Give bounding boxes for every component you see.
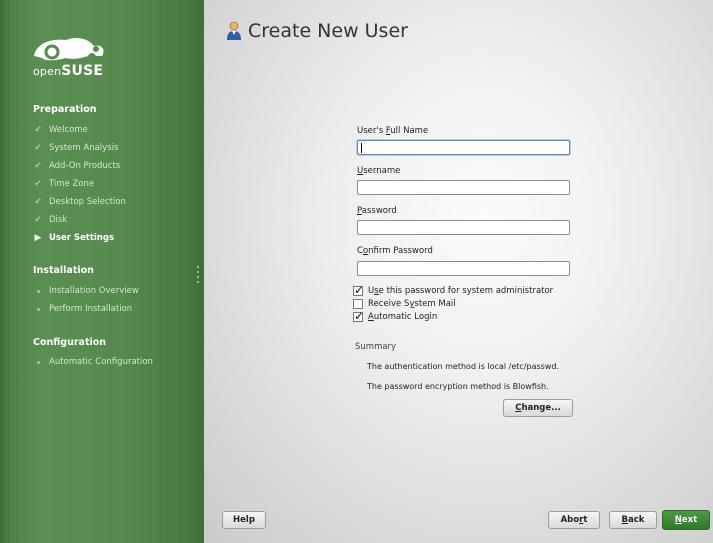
- summary-encryption-method: The password encryption method is Blowfi…: [367, 382, 549, 391]
- summary-title: Summary: [355, 342, 397, 352]
- checkbox-box[interactable]: [353, 299, 363, 309]
- checkbox-label: Automatic Login: [368, 312, 438, 322]
- step-system-analysis: ✔ System Analysis: [34, 143, 119, 153]
- sidebar: openSUSE Preparation ✔ Welcome ✔ System An…: [0, 0, 204, 543]
- receive-system-mail-checkbox[interactable]: Receive System Mail: [353, 299, 456, 309]
- full-name-input[interactable]: [357, 140, 570, 155]
- step-user-settings: ▶ User Settings: [34, 233, 114, 243]
- full-name-label: User's Full Name: [357, 126, 429, 136]
- section-title-installation: Installation: [33, 265, 94, 276]
- step-time-zone: ✔ Time Zone: [34, 179, 95, 189]
- checkbox-label: Use this password for system administrat…: [368, 286, 554, 296]
- bullet-icon: [36, 290, 40, 293]
- password-input[interactable]: [357, 220, 570, 235]
- username-label: Username: [357, 166, 401, 176]
- bullet-icon: [36, 361, 40, 364]
- confirm-password-input[interactable]: [357, 261, 570, 276]
- text-caret: [361, 143, 362, 153]
- use-password-for-admin-checkbox[interactable]: ✓ Use this password for system administr…: [353, 283, 554, 297]
- change-button[interactable]: Change...: [503, 399, 573, 417]
- step-add-on-products: ✔ Add-On Products: [34, 161, 121, 171]
- back-button[interactable]: Back: [609, 511, 657, 529]
- automatic-login-checkbox[interactable]: ✓ Automatic Login: [353, 309, 438, 323]
- checkbox-box[interactable]: ✓: [353, 283, 365, 297]
- step-welcome: ✔ Welcome: [34, 125, 88, 135]
- step-automatic-configuration: Automatic Configuration: [33, 357, 153, 367]
- step-desktop-selection: ✔ Desktop Selection: [34, 197, 126, 207]
- arrow-right-icon: ▶: [34, 233, 42, 243]
- step-disk: ✔ Disk: [34, 215, 68, 225]
- check-icon: ✔: [34, 197, 42, 207]
- step-perform-installation: Perform Installation: [33, 304, 132, 314]
- check-icon: ✔: [34, 179, 42, 189]
- next-button[interactable]: Next: [662, 510, 710, 530]
- page-title: Create New User: [226, 20, 408, 42]
- checkmark-icon: ✓: [354, 309, 365, 323]
- step-installation-overview: Installation Overview: [33, 286, 139, 296]
- password-label: Password: [357, 206, 397, 216]
- checkbox-label: Receive System Mail: [368, 299, 456, 309]
- username-input[interactable]: [357, 180, 570, 195]
- confirm-password-label: Confirm Password: [357, 246, 433, 256]
- user-icon: [227, 21, 241, 40]
- logo-text: openSUSE: [33, 63, 104, 79]
- panel-splitter-handle[interactable]: [197, 263, 200, 285]
- main-panel: Create New User User's Full Name Usernam…: [204, 0, 713, 543]
- help-button[interactable]: Help: [222, 511, 266, 529]
- check-icon: ✔: [34, 143, 42, 153]
- section-title-configuration: Configuration: [33, 337, 107, 348]
- checkbox-box[interactable]: ✓: [353, 309, 365, 323]
- check-icon: ✔: [34, 161, 42, 171]
- checkmark-icon: ✓: [354, 283, 365, 297]
- summary-auth-method: The authentication method is local /etc/…: [367, 362, 560, 371]
- check-icon: ✔: [34, 215, 42, 225]
- abort-button[interactable]: Abo r t: [548, 511, 600, 529]
- check-icon: ✔: [34, 125, 42, 135]
- bullet-icon: [36, 308, 40, 311]
- section-title-preparation: Preparation: [33, 104, 97, 115]
